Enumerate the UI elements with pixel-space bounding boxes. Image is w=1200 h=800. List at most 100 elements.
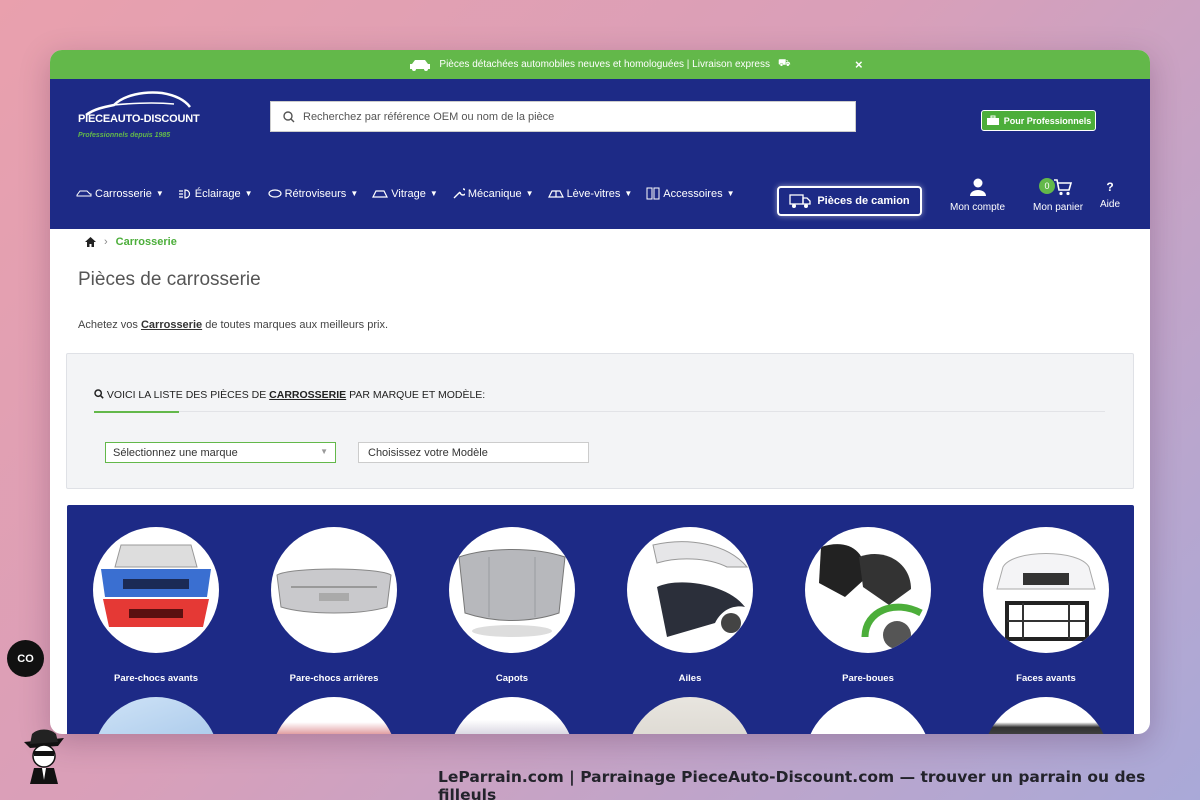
logo-brand: PIECEAUTO-DISCOUNT bbox=[78, 113, 200, 125]
truck-button-label: Pièces de camion bbox=[817, 195, 910, 207]
search-icon bbox=[94, 389, 104, 399]
category-row2-6[interactable] bbox=[981, 697, 1111, 734]
divider bbox=[179, 411, 1105, 412]
breadcrumb-current: Carrosserie bbox=[115, 236, 177, 248]
mudguard-image bbox=[805, 527, 931, 653]
category-image bbox=[627, 697, 753, 734]
category-name: Pare-chocs arrières bbox=[289, 673, 379, 684]
front-bumper-image bbox=[93, 527, 219, 653]
rear-bumper-image bbox=[271, 527, 397, 653]
category-name: Capots bbox=[495, 673, 529, 684]
brand-select[interactable]: Sélectionnez une marque ▼ bbox=[105, 442, 336, 463]
search-input[interactable]: Recherchez par référence OEM ou nom de l… bbox=[270, 101, 856, 132]
intro-after: de toutes marques aux meilleurs prix. bbox=[202, 319, 389, 331]
nav-retroviseurs[interactable]: Rétroviseurs ▼ bbox=[267, 187, 358, 200]
pro-button-label: Pour Professionnels bbox=[1003, 115, 1092, 126]
nav-accessoires[interactable]: Accessoires ▼ bbox=[646, 187, 735, 200]
mascot-logo bbox=[24, 729, 64, 784]
category-image bbox=[93, 697, 219, 734]
filter-heading: VOICI LA LISTE DES PIÈCES DE CARROSSERIE… bbox=[94, 389, 485, 401]
filter-heading-before: VOICI LA LISTE DES PIÈCES DE bbox=[106, 389, 270, 401]
help-icon: ? bbox=[1106, 180, 1114, 194]
intro-link[interactable]: Carrosserie bbox=[141, 319, 202, 331]
cart-label: Mon panier bbox=[1033, 202, 1084, 213]
fender-image bbox=[627, 527, 753, 653]
car-icon bbox=[410, 59, 431, 71]
category-mudguards[interactable]: Pare-boues bbox=[803, 527, 933, 684]
nav-eclairage[interactable]: Éclairage ▼ bbox=[178, 188, 253, 200]
home-icon[interactable] bbox=[85, 237, 96, 247]
brand-select-value: Sélectionnez une marque bbox=[113, 447, 238, 459]
user-icon bbox=[969, 178, 986, 196]
category-name: Pare-chocs avants bbox=[114, 673, 198, 684]
cart-icon bbox=[1054, 179, 1073, 196]
category-hoods[interactable]: Capots bbox=[447, 527, 577, 684]
accessories-icon bbox=[646, 187, 660, 200]
cart-count-badge: 0 bbox=[1039, 178, 1055, 194]
browser-window: Pièces détachées automobiles neuves et h… bbox=[50, 50, 1150, 734]
category-image bbox=[805, 697, 931, 734]
category-name: Faces avants bbox=[1016, 673, 1076, 684]
headlight-icon bbox=[178, 188, 190, 199]
category-row2-1[interactable] bbox=[91, 697, 221, 734]
search-icon bbox=[283, 110, 295, 122]
pro-button[interactable]: Pour Professionnels bbox=[981, 110, 1096, 131]
intro-before: Achetez vos bbox=[78, 319, 141, 331]
cart-link[interactable]: 0 Mon panier bbox=[1033, 178, 1083, 213]
category-grid: Pare-chocs avants Pare-chocs arrières Ca… bbox=[67, 505, 1134, 734]
chevron-down-icon: ▼ bbox=[320, 447, 328, 456]
nav-label: Vitrage bbox=[391, 187, 426, 200]
truck-parts-button[interactable]: Pièces de camion bbox=[777, 186, 922, 216]
category-fenders[interactable]: Ailes bbox=[625, 527, 755, 684]
category-row2-3[interactable] bbox=[447, 697, 577, 734]
filter-heading-after: PAR MARQUE ET MODÈLE: bbox=[346, 389, 486, 401]
nav-leve-vitres[interactable]: Lève-vitres ▼ bbox=[547, 187, 632, 200]
account-label: Mon compte bbox=[950, 202, 1006, 213]
nav-mecanique[interactable]: Mécanique ▼ bbox=[452, 187, 534, 200]
nav-label: Lève-vitres bbox=[566, 187, 621, 200]
promo-text: Pièces détachées automobiles neuves et h… bbox=[439, 59, 770, 70]
chat-button[interactable]: CO bbox=[7, 640, 44, 677]
category-row2-2[interactable] bbox=[269, 697, 399, 734]
truck-icon: ⛟ bbox=[777, 58, 791, 69]
category-image bbox=[983, 697, 1109, 734]
category-front-bumpers[interactable]: Pare-chocs avants bbox=[91, 527, 221, 684]
nav-label: Carrosserie bbox=[95, 187, 152, 200]
breadcrumb-separator: › bbox=[104, 236, 108, 248]
nav-vitrage[interactable]: Vitrage ▼ bbox=[372, 188, 438, 200]
page-title: Pièces de carrosserie bbox=[78, 269, 261, 290]
category-row2-5[interactable] bbox=[803, 697, 933, 734]
account-link[interactable]: Mon compte bbox=[950, 178, 1005, 213]
nav-label: Rétroviseurs bbox=[284, 187, 347, 200]
help-link[interactable]: ? Aide bbox=[1100, 178, 1120, 210]
hood-image bbox=[449, 527, 575, 653]
nav-label: Mécanique bbox=[467, 187, 522, 200]
model-select[interactable]: Choisissez votre Modèle bbox=[358, 442, 589, 463]
windshield-icon bbox=[372, 189, 389, 198]
wrench-icon bbox=[453, 188, 465, 199]
main-nav: Carrosserie ▼ Éclairage ▼ Rétroviseurs ▼ Vi… bbox=[76, 187, 749, 200]
category-rear-bumpers[interactable]: Pare-chocs arrières bbox=[269, 527, 399, 684]
category-image bbox=[271, 697, 397, 734]
site-header: PIECEAUTO-DISCOUNT Professionnels depuis… bbox=[50, 79, 1150, 229]
intro-text: Achetez vos Carrosserie de toutes marque… bbox=[78, 319, 388, 331]
brand-model-filter: VOICI LA LISTE DES PIÈCES DE CARROSSERIE… bbox=[66, 353, 1134, 489]
briefcase-icon bbox=[986, 115, 999, 125]
help-label: Aide bbox=[1100, 199, 1121, 210]
category-row2-4[interactable] bbox=[625, 697, 755, 734]
front-face-image bbox=[983, 527, 1109, 653]
filter-heading-bold: CARROSSERIE bbox=[269, 389, 347, 401]
site-logo[interactable]: PIECEAUTO-DISCOUNT Professionnels depuis… bbox=[76, 87, 201, 147]
category-name: Pare-boues bbox=[842, 673, 894, 684]
heading-underline bbox=[94, 411, 179, 413]
promo-banner: Pièces détachées automobiles neuves et h… bbox=[50, 50, 1150, 79]
nav-carrosserie[interactable]: Carrosserie ▼ bbox=[76, 188, 164, 200]
breadcrumb: › Carrosserie bbox=[85, 236, 177, 248]
nav-label: Éclairage bbox=[194, 187, 241, 200]
category-front-faces[interactable]: Faces avants bbox=[981, 527, 1111, 684]
category-image bbox=[449, 697, 575, 734]
category-name: Ailes bbox=[678, 673, 702, 684]
mirror-icon bbox=[267, 189, 282, 198]
car-icon bbox=[76, 190, 92, 197]
close-icon[interactable]: × bbox=[855, 57, 863, 72]
